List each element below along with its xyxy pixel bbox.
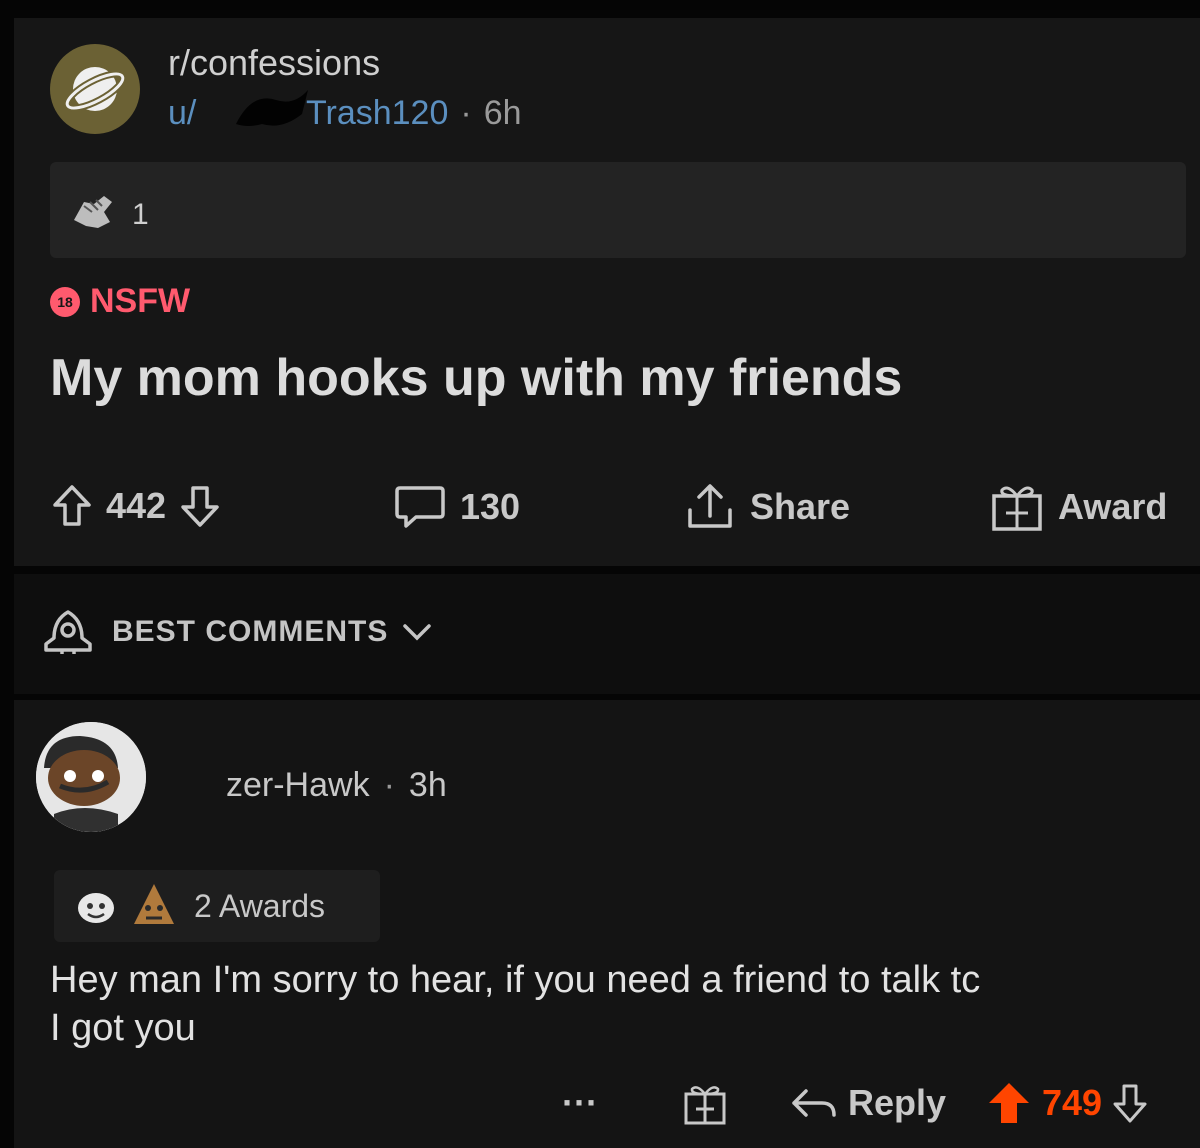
comment-award-button[interactable] [682,1082,728,1126]
subreddit-name[interactable]: r/confessions [168,42,380,84]
upvote-arrow-filled-icon[interactable] [986,1080,1032,1126]
rocket-icon [44,610,92,654]
more-options-button[interactable]: ··· [562,1082,598,1124]
snoo-avatar-icon [36,722,146,832]
post-action-bar: 442 130 Share Award [44,470,1194,550]
chevron-down-icon [403,624,432,641]
meta-separator: · [383,766,395,804]
meta-separator: · [460,94,472,132]
awards-label: 2 Awards [194,888,326,924]
award-label: Award [1058,486,1168,527]
reply-button[interactable]: Reply [790,1082,946,1124]
vote-group: 442 [52,484,220,528]
comment-card: zer-Hawk · 3h 2 Awards Hey man I'm sorry t… [14,700,1200,1148]
post-title[interactable]: My mom hooks up with my friends [50,348,902,408]
award-button[interactable]: Award [990,482,1167,532]
comment-author[interactable]: zer-Hawk [226,766,370,804]
sort-label: BEST COMMENTS [112,615,389,648]
nsfw-label: NSFW [90,282,191,320]
comment-count: 130 [460,486,521,527]
more-options-icon: ··· [562,1082,598,1123]
comment-awards[interactable]: 2 Awards [54,870,380,942]
gift-icon [684,1086,726,1125]
comment-action-bar: ··· Reply 749 [554,1074,1200,1138]
comment-author-avatar[interactable] [36,722,146,832]
upvote-arrow-icon[interactable] [52,484,92,528]
planet-icon [63,67,127,112]
comment-vote-group: 749 [986,1080,1148,1126]
comment-bubble-icon [395,486,445,528]
comment-body-line-1: Hey man I'm sorry to hear, if you need a… [50,959,981,1001]
sort-selector[interactable]: BEST COMMENTS [38,608,432,656]
username[interactable]: Trash120 [306,94,448,132]
user-prefix[interactable]: u/ [168,94,196,133]
screenshot-frame: r/confessions u/ Trash120 · 6h 1 18 NSFW M… [0,0,1200,1148]
share-label: Share [750,486,851,527]
comment-body-line-2: I got you [50,1007,196,1049]
downvote-arrow-icon[interactable] [1112,1082,1148,1124]
upvote-count: 442 [106,485,167,526]
award-count: 1 [132,198,149,231]
post-awards-bar[interactable]: 1 [50,162,1186,258]
helping-hand-award-icon [74,196,112,228]
share-button[interactable]: Share [684,482,850,532]
share-icon [688,484,732,528]
post-author[interactable]: Trash120 · 6h [306,94,522,133]
reply-arrow-icon [792,1089,836,1117]
reply-label: Reply [848,1082,947,1123]
post-age: 6h [483,94,522,132]
gift-icon [992,486,1042,531]
comment-sort-bar[interactable]: BEST COMMENTS [14,574,1200,694]
comment-meta: zer-Hawk · 3h [226,766,447,805]
redaction-scribble [236,90,308,126]
nsfw-18-icon: 18 [50,286,80,317]
comment-age: 3h [408,766,447,804]
subreddit-avatar[interactable] [50,44,140,134]
wholesome-award-icon [78,893,114,923]
downvote-arrow-icon[interactable] [180,484,220,528]
nsfw-tag: 18 NSFW [50,282,190,321]
face-award-icon [134,884,174,924]
comment-score: 749 [1042,1082,1103,1123]
comments-button[interactable]: 130 [394,484,520,530]
comment-body: Hey man I'm sorry to hear, if you need a… [50,956,1190,1052]
